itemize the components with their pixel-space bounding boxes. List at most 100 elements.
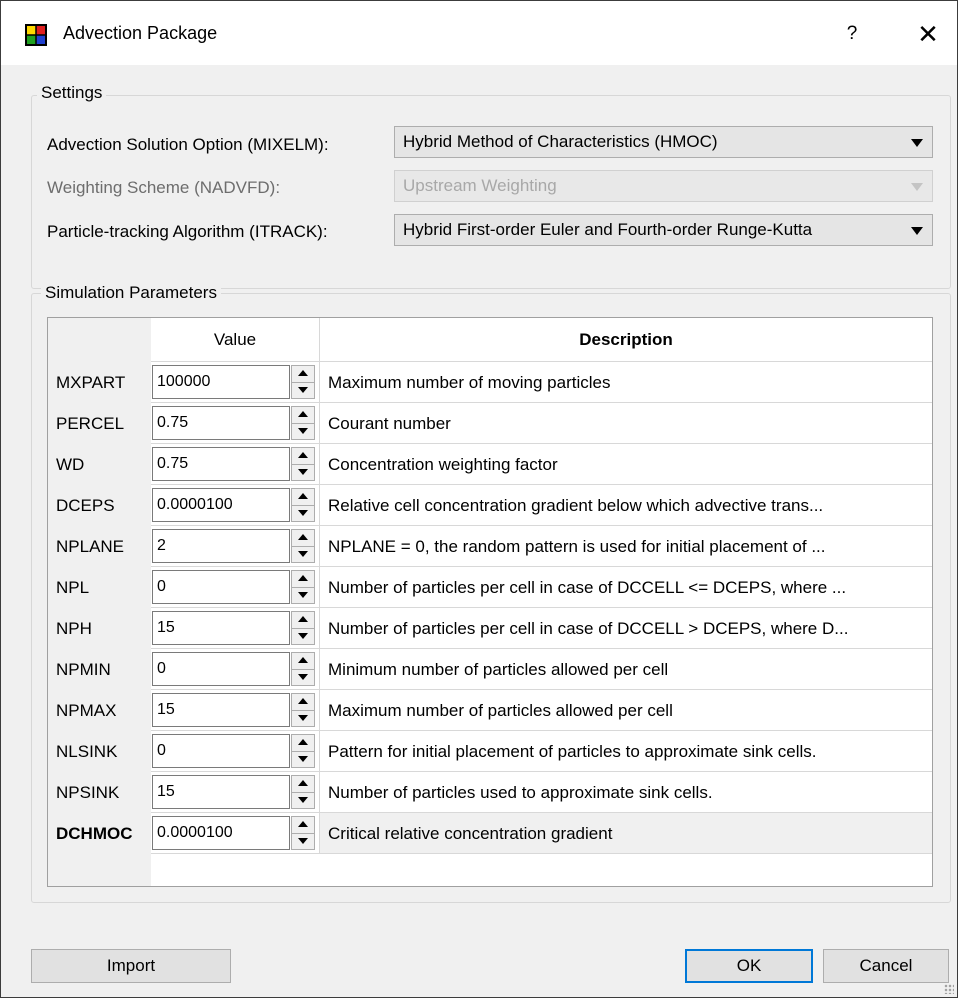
value-spinbox-input[interactable]: 0.0000100: [152, 488, 290, 522]
mixelm-combo[interactable]: Hybrid Method of Characteristics (HMOC): [394, 126, 933, 158]
row-header[interactable]: NPSINK: [48, 772, 151, 813]
value-spinbox-input[interactable]: 15: [152, 611, 290, 645]
spinbox-buttons: [291, 529, 315, 563]
help-button[interactable]: ?: [837, 19, 867, 49]
table-row[interactable]: NPL 0 Number of particles per cell in case…: [48, 567, 932, 608]
row-header[interactable]: WD: [48, 444, 151, 485]
row-header[interactable]: NPLANE: [48, 526, 151, 567]
table-row[interactable]: NPLANE 2 NPLANE = 0, the random pattern is…: [48, 526, 932, 567]
table-row[interactable]: DCHMOC 0.0000100 Critical relative concent…: [48, 813, 932, 854]
value-spinbox-input[interactable]: 100000: [152, 365, 290, 399]
spin-down-button[interactable]: [292, 710, 314, 726]
spin-up-button[interactable]: [292, 694, 314, 711]
arrow-down-icon: [298, 551, 308, 557]
spin-down-button[interactable]: [292, 587, 314, 603]
value-spinbox-input[interactable]: 2: [152, 529, 290, 563]
spin-up-button[interactable]: [292, 612, 314, 629]
value-column-header[interactable]: Value: [151, 318, 320, 362]
value-spinbox-input[interactable]: 0.75: [152, 447, 290, 481]
description-cell: Maximum number of particles allowed per …: [320, 690, 932, 731]
row-header[interactable]: DCEPS: [48, 485, 151, 526]
spin-down-button[interactable]: [292, 464, 314, 480]
value-cell: 2: [151, 526, 320, 567]
arrow-down-icon: [298, 674, 308, 680]
spin-down-button[interactable]: [292, 792, 314, 808]
row-header[interactable]: NLSINK: [48, 731, 151, 772]
spin-down-button[interactable]: [292, 669, 314, 685]
table-row[interactable]: PERCEL 0.75 Courant number: [48, 403, 932, 444]
value-spinbox-input[interactable]: 15: [152, 775, 290, 809]
import-button[interactable]: Import: [31, 949, 231, 983]
value-spinbox-input[interactable]: 0.75: [152, 406, 290, 440]
chevron-down-icon: [911, 183, 923, 191]
table-row[interactable]: NPSINK 15 Number of particles used to appr…: [48, 772, 932, 813]
spin-up-button[interactable]: [292, 407, 314, 424]
spinbox-buttons: [291, 693, 315, 727]
row-header[interactable]: NPH: [48, 608, 151, 649]
spin-down-button[interactable]: [292, 546, 314, 562]
arrow-up-icon: [298, 411, 308, 417]
table-row[interactable]: NPH 15 Number of particles per cell in cas…: [48, 608, 932, 649]
spin-down-button[interactable]: [292, 505, 314, 521]
advection-package-dialog: Advection Package ? ✕ Settings Advection…: [0, 0, 958, 998]
spin-down-button[interactable]: [292, 382, 314, 398]
spin-up-button[interactable]: [292, 366, 314, 383]
spinbox-buttons: [291, 365, 315, 399]
arrow-down-icon: [298, 756, 308, 762]
spinbox-buttons: [291, 406, 315, 440]
spin-up-button[interactable]: [292, 817, 314, 834]
arrow-down-icon: [298, 797, 308, 803]
value-cell: 0: [151, 649, 320, 690]
spin-up-button[interactable]: [292, 489, 314, 506]
resize-grip-icon[interactable]: [944, 984, 954, 994]
value-spinbox-input[interactable]: 0: [152, 570, 290, 604]
row-header[interactable]: NPMIN: [48, 649, 151, 690]
row-header[interactable]: PERCEL: [48, 403, 151, 444]
arrow-up-icon: [298, 534, 308, 540]
value-spinbox-input[interactable]: 0.0000100: [152, 816, 290, 850]
spin-down-button[interactable]: [292, 423, 314, 439]
spin-down-button[interactable]: [292, 628, 314, 644]
corner-header: [48, 318, 151, 362]
table-row[interactable]: NPMAX 15 Maximum number of particles allow…: [48, 690, 932, 731]
row-header[interactable]: DCHMOC: [48, 813, 151, 854]
row-header[interactable]: NPL: [48, 567, 151, 608]
spin-up-button[interactable]: [292, 530, 314, 547]
cancel-button[interactable]: Cancel: [823, 949, 949, 983]
description-column-header[interactable]: Description: [320, 318, 932, 362]
spin-up-button[interactable]: [292, 571, 314, 588]
arrow-down-icon: [298, 633, 308, 639]
table-row[interactable]: WD 0.75 Concentration weighting factor: [48, 444, 932, 485]
value-cell: 0.0000100: [151, 813, 320, 854]
table-row[interactable]: MXPART 100000 Maximum number of moving par…: [48, 362, 932, 403]
arrow-down-icon: [298, 510, 308, 516]
spinbox-buttons: [291, 775, 315, 809]
spin-down-button[interactable]: [292, 833, 314, 849]
description-cell: Maximum number of moving particles: [320, 362, 932, 403]
spin-up-button[interactable]: [292, 448, 314, 465]
spin-up-button[interactable]: [292, 653, 314, 670]
arrow-up-icon: [298, 370, 308, 376]
nadvfd-combo[interactable]: Upstream Weighting: [394, 170, 933, 202]
window-title: Advection Package: [63, 23, 218, 43]
table-row[interactable]: DCEPS 0.0000100 Relative cell concentratio…: [48, 485, 932, 526]
spinbox-buttons: [291, 447, 315, 481]
close-button[interactable]: ✕: [913, 19, 943, 49]
value-cell: 100000: [151, 362, 320, 403]
value-spinbox-input[interactable]: 0: [152, 652, 290, 686]
value-spinbox-input[interactable]: 0: [152, 734, 290, 768]
table-row[interactable]: NPMIN 0 Minimum number of particles allowe…: [48, 649, 932, 690]
value-spinbox-input[interactable]: 15: [152, 693, 290, 727]
value-cell: 0.75: [151, 444, 320, 485]
spin-up-button[interactable]: [292, 776, 314, 793]
table-row[interactable]: NLSINK 0 Pattern for initial placement of …: [48, 731, 932, 772]
row-header[interactable]: NPMAX: [48, 690, 151, 731]
value-cell: 15: [151, 690, 320, 731]
arrow-up-icon: [298, 452, 308, 458]
ok-button[interactable]: OK: [685, 949, 813, 983]
spin-up-button[interactable]: [292, 735, 314, 752]
row-header[interactable]: MXPART: [48, 362, 151, 403]
arrow-up-icon: [298, 739, 308, 745]
spin-down-button[interactable]: [292, 751, 314, 767]
itrack-combo[interactable]: Hybrid First-order Euler and Fourth-orde…: [394, 214, 933, 246]
